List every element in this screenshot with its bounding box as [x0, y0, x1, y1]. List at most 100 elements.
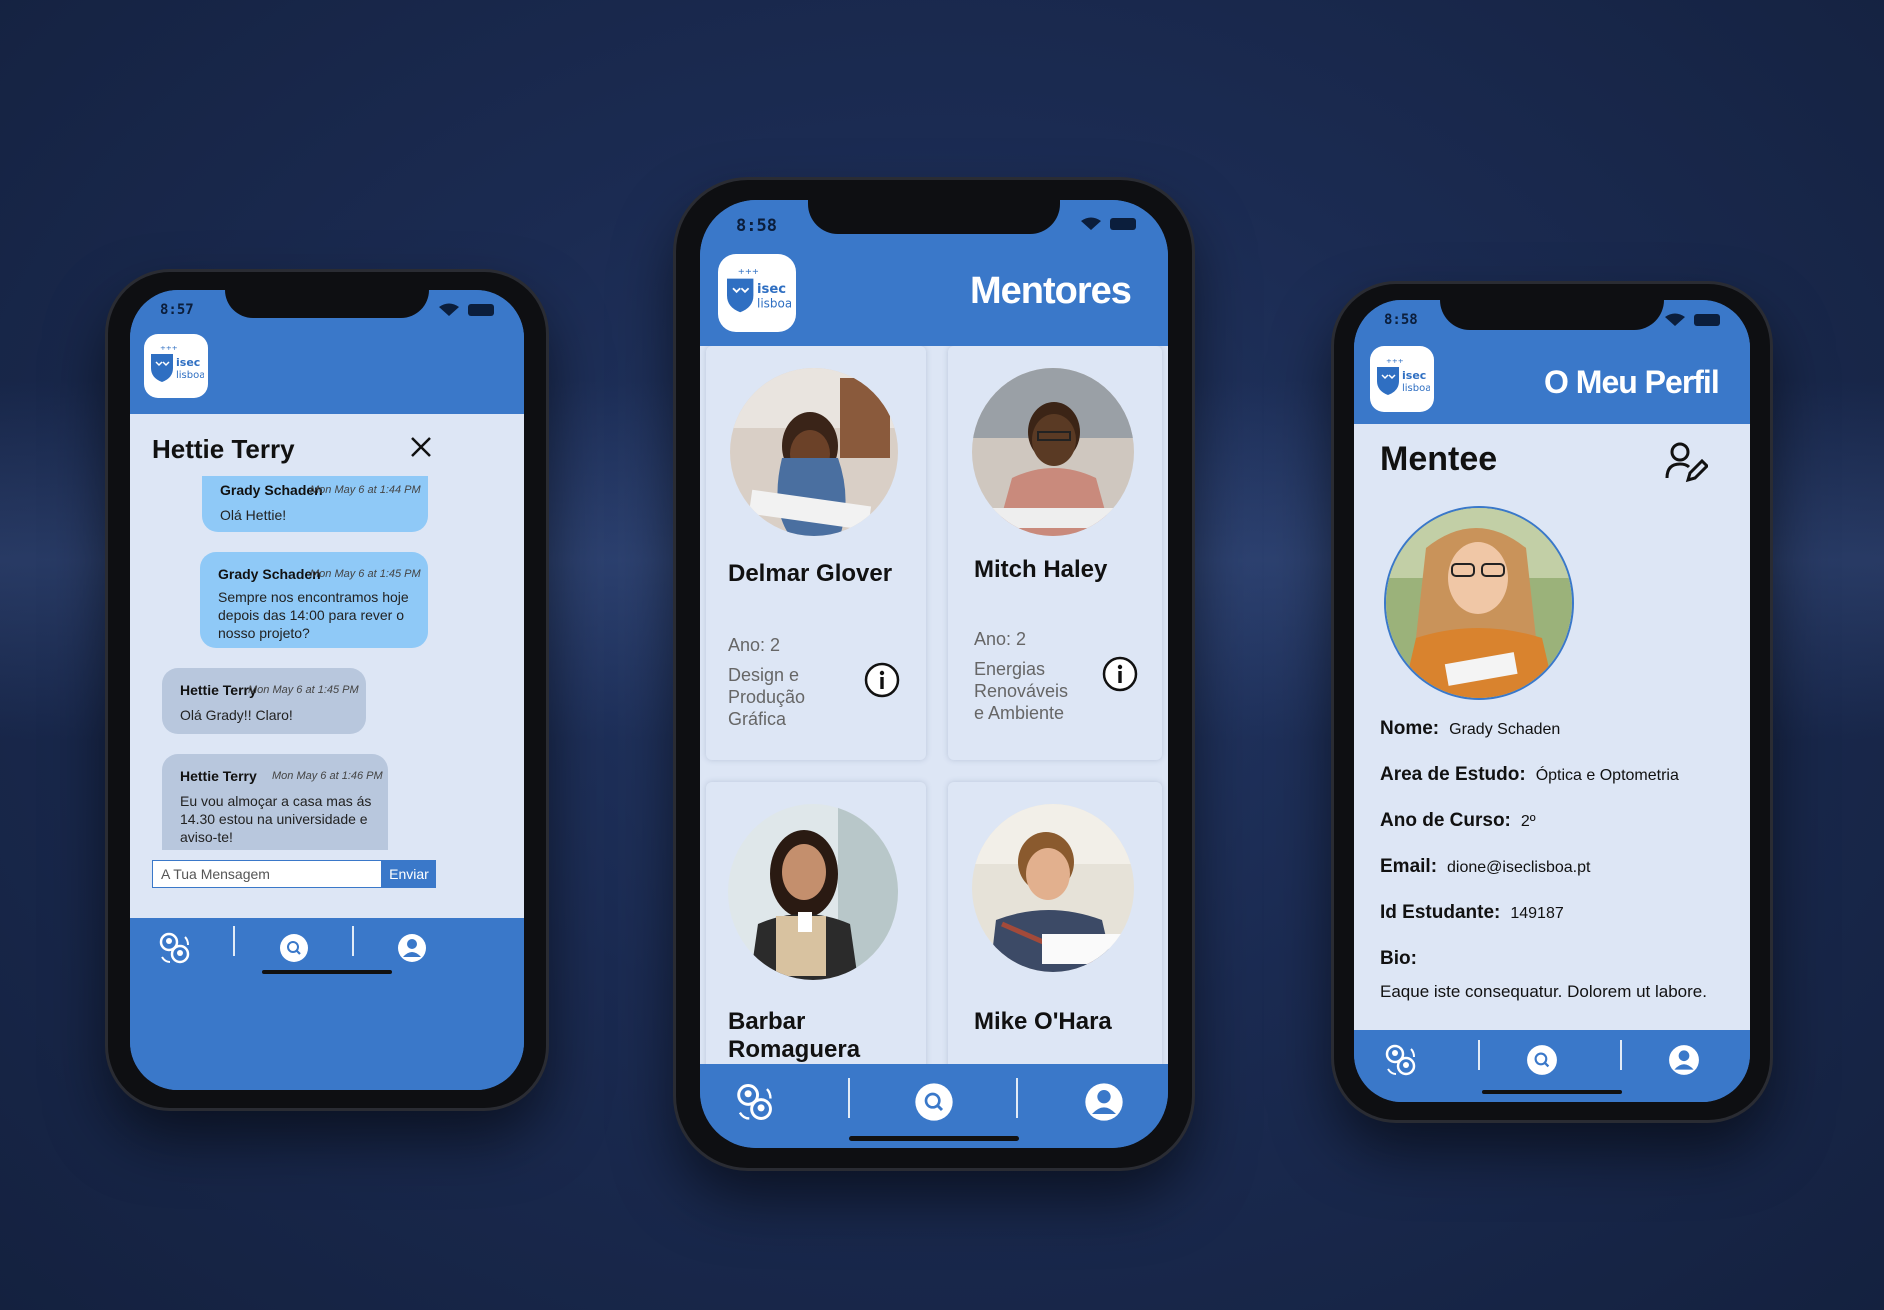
svg-text:lisboa: lisboa	[757, 296, 791, 310]
message-time: Mon May 6 at 1:46 PM	[272, 770, 383, 782]
tab-search[interactable]	[1518, 1036, 1566, 1084]
profile-field-name: Nome: Grady Schaden	[1380, 718, 1560, 740]
isec-lisboa-logo: +++ isec lisboa	[144, 334, 208, 398]
mentor-card[interactable]: Delmar Glover Ano: 2 Design e Produção G…	[706, 346, 926, 760]
mentor-photo-image	[730, 368, 898, 536]
role-title: Mentee	[1380, 440, 1498, 478]
status-icons	[1080, 217, 1136, 231]
profile-icon	[1669, 1045, 1699, 1075]
message-bubble-in: Hettie Terry Mon May 6 at 1:45 PM Olá Gr…	[162, 668, 366, 734]
tab-divider	[352, 926, 354, 956]
tab-bar	[130, 918, 524, 1090]
mentor-year: Ano: 2	[974, 629, 1027, 649]
profile-photo-image	[1386, 508, 1572, 698]
tab-search[interactable]	[906, 1074, 962, 1130]
message-text: Olá Grady!! Claro!	[180, 707, 293, 723]
field-label: Nome:	[1380, 718, 1440, 739]
mentor-name: Mitch Haley	[974, 556, 1108, 583]
notch	[808, 200, 1060, 234]
field-label: Email:	[1380, 856, 1438, 877]
isec-logo-mark: +++ isec lisboa	[151, 346, 204, 382]
mentor-name: Mike O'Hara	[974, 1008, 1112, 1035]
isec-logo-mark: +++ isec lisboa	[1377, 359, 1430, 395]
home-indicator	[262, 970, 392, 974]
mentor-photo-image	[972, 804, 1134, 972]
mentors-phone: 8:58 +++ isec lisboa Mentores Delmar Glo…	[676, 180, 1192, 1168]
message-text: Sempre nos encontramos hoje depois das 1…	[218, 589, 409, 641]
mentors-screen: 8:58 +++ isec lisboa Mentores Delmar Glo…	[700, 200, 1168, 1148]
profile-photo	[1384, 506, 1574, 700]
mentor-photo-image	[728, 804, 898, 980]
close-icon[interactable]	[410, 436, 432, 458]
field-label: Bio:	[1380, 948, 1417, 969]
edit-profile-icon[interactable]	[1664, 440, 1708, 484]
mentor-name: Barbar Romaguera	[728, 1008, 861, 1063]
tab-mentors[interactable]	[726, 1074, 782, 1130]
svg-text:isec: isec	[1402, 369, 1426, 382]
tab-divider	[1016, 1078, 1018, 1118]
wifi-icon	[1081, 217, 1101, 230]
chat-screen: 8:57 +++ isec lisboa Hettie Terry Grady …	[130, 290, 524, 1090]
svg-text:+++: +++	[738, 269, 759, 276]
message-time: Mon May 6 at 1:45 PM	[310, 568, 421, 580]
message-text: Eu vou almoçar a casa mas ás 14.30 estou…	[180, 793, 372, 845]
search-icon	[915, 1083, 953, 1121]
message-sender: Grady Schaden	[220, 482, 323, 498]
field-label: Ano de Curso:	[1380, 810, 1511, 831]
message-sender: Grady Schaden	[218, 566, 321, 582]
profile-field-bio: Bio:	[1380, 948, 1427, 970]
mentor-photo	[728, 804, 898, 980]
send-button[interactable]: Enviar	[382, 860, 436, 888]
search-icon	[280, 934, 308, 962]
mentors-grid: Delmar Glover Ano: 2 Design e Produção G…	[700, 346, 1168, 1064]
isec-lisboa-logo: +++ isec lisboa	[1370, 346, 1434, 412]
page-title: O Meu Perfil	[1544, 364, 1720, 400]
battery-icon	[1110, 218, 1136, 230]
message-sender: Hettie Terry	[180, 682, 257, 698]
tab-profile[interactable]	[388, 924, 436, 972]
message-text: Olá Hettie!	[220, 507, 287, 523]
mentor-card[interactable]: Mike O'Hara	[948, 782, 1162, 1064]
field-value: 2º	[1520, 813, 1536, 830]
notch	[225, 290, 429, 318]
info-icon[interactable]	[1102, 656, 1138, 692]
home-indicator	[849, 1136, 1019, 1141]
svg-text:lisboa: lisboa	[176, 370, 204, 381]
mentor-card[interactable]: Mitch Haley Ano: 2 Energias Renováveis e…	[948, 346, 1162, 760]
profile-field-id: Id Estudante: 149187	[1380, 902, 1564, 924]
profile-field-area: Area de Estudo: Óptica e Optometria	[1380, 764, 1679, 786]
message-bubble-out: Grady Schaden Mon May 6 at 1:45 PM Sempr…	[200, 552, 428, 648]
mentors-group-icon	[737, 1084, 772, 1120]
chat-phone: 8:57 +++ isec lisboa Hettie Terry Grady …	[108, 272, 546, 1108]
tab-mentors[interactable]	[1376, 1036, 1424, 1084]
message-bubble-out: Grady Schaden Mon May 6 at 1:44 PM Olá H…	[202, 476, 428, 532]
mentor-photo-image	[972, 368, 1134, 536]
tab-profile[interactable]	[1660, 1036, 1708, 1084]
notch	[1440, 300, 1664, 330]
svg-text:+++: +++	[1386, 359, 1404, 365]
info-icon[interactable]	[864, 662, 900, 698]
svg-text:+++: +++	[160, 346, 178, 352]
svg-text:lisboa: lisboa	[1402, 383, 1430, 394]
mentor-area: Energias Renováveis e Ambiente	[974, 659, 1069, 723]
profile-field-year: Ano de Curso: 2º	[1380, 810, 1536, 832]
tab-profile[interactable]	[1076, 1074, 1132, 1130]
message-time: Mon May 6 at 1:45 PM	[248, 684, 359, 696]
field-value: Óptica e Optometria	[1535, 767, 1679, 784]
field-value: dione@iseclisboa.pt	[1447, 859, 1591, 876]
mentor-card[interactable]: Barbar Romaguera	[706, 782, 926, 1064]
tab-mentors[interactable]	[150, 924, 198, 972]
tab-search[interactable]	[270, 924, 318, 972]
mentor-photo	[972, 368, 1134, 536]
field-value: Grady Schaden	[1449, 721, 1561, 738]
mentor-photo	[972, 804, 1134, 972]
message-input[interactable]	[152, 860, 382, 888]
profile-field-email: Email: dione@iseclisboa.pt	[1380, 856, 1590, 878]
tab-bar	[700, 1064, 1168, 1148]
mentor-area: Design e Produção Gráfica	[728, 665, 806, 729]
chat-title: Hettie Terry	[152, 434, 295, 464]
message-bubble-in: Hettie Terry Mon May 6 at 1:46 PM Eu vou…	[162, 754, 388, 850]
isec-lisboa-logo: +++ isec lisboa	[718, 254, 796, 332]
battery-icon	[1694, 314, 1720, 326]
tab-divider	[1478, 1040, 1480, 1070]
